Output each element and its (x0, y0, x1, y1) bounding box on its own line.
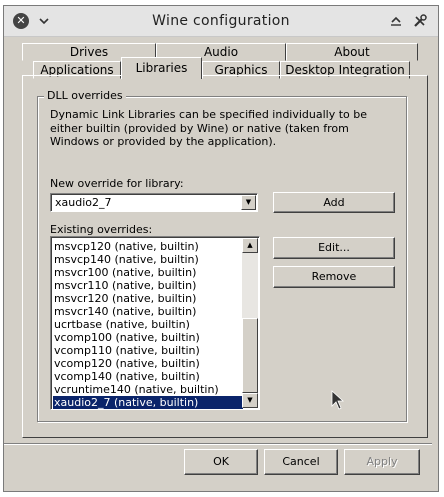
dropdown-arrow-icon[interactable]: ▼ (241, 195, 256, 210)
new-override-label: New override for library: (50, 177, 184, 190)
list-item[interactable]: vcomp100 (native, builtin) (53, 331, 243, 344)
new-override-combobox[interactable]: xaudio2_7 ▼ (50, 193, 258, 212)
apply-button[interactable]: Apply (344, 449, 420, 475)
list-item[interactable]: msvcr110 (native, builtin) (53, 279, 243, 292)
remove-button[interactable]: Remove (273, 266, 395, 288)
maximize-icon (391, 16, 401, 26)
dll-description: Dynamic Link Libraries can be specified … (50, 108, 368, 148)
list-item[interactable]: vcruntime140 (native, builtin) (53, 383, 243, 396)
overrides-scrollbar[interactable]: ▲ ▼ (242, 238, 258, 408)
edit-button-label: Edit... (318, 241, 350, 254)
list-item[interactable]: vcomp110 (native, builtin) (53, 344, 243, 357)
group-title: DLL overrides (44, 89, 126, 102)
tab-label: About (334, 45, 370, 59)
scrollbar-thumb[interactable] (242, 318, 258, 393)
remove-button-label: Remove (311, 270, 357, 283)
list-item[interactable]: ucrtbase (native, builtin) (53, 318, 243, 331)
list-item[interactable]: msvcr120 (native, builtin) (53, 292, 243, 305)
overrides-items: msvcp120 (native, builtin) msvcp140 (nat… (53, 240, 243, 409)
apply-button-label: Apply (366, 455, 398, 468)
ok-button-label: OK (213, 455, 229, 468)
new-override-value: xaudio2_7 (55, 196, 112, 209)
list-item[interactable]: msvcp140 (native, builtin) (53, 253, 243, 266)
list-item[interactable]: msvcr100 (native, builtin) (53, 266, 243, 279)
bottom-separator (4, 443, 432, 445)
tab-label: Libraries (135, 61, 188, 75)
tab-label: Drives (69, 45, 109, 59)
list-item[interactable]: msvcr140 (native, builtin) (53, 305, 243, 318)
tab-label: Audio (203, 45, 239, 59)
existing-overrides-label: Existing overrides: (50, 223, 153, 236)
mouse-pointer-icon (331, 390, 345, 410)
list-item[interactable]: vcomp120 (native, builtin) (53, 357, 243, 370)
tab-about[interactable]: About (286, 43, 418, 61)
tools-button[interactable] (410, 11, 430, 31)
scroll-down-icon[interactable]: ▼ (242, 393, 258, 408)
title-bar[interactable]: ✕ Wine configuration (4, 6, 438, 37)
cancel-button[interactable]: Cancel (264, 449, 338, 475)
tab-libraries[interactable]: Libraries (121, 57, 202, 79)
edit-button[interactable]: Edit... (273, 237, 395, 259)
scroll-up-icon[interactable]: ▲ (242, 238, 258, 253)
add-button[interactable]: Add (273, 192, 395, 213)
cancel-button-label: Cancel (282, 455, 320, 468)
existing-overrides-list[interactable]: msvcp120 (native, builtin) msvcp140 (nat… (50, 236, 260, 410)
window-title: Wine configuration (152, 13, 290, 29)
list-item[interactable]: msvcp120 (native, builtin) (53, 240, 243, 253)
tools-icon (414, 14, 427, 27)
list-item[interactable]: vcomp140 (native, builtin) (53, 370, 243, 383)
maximize-button[interactable] (386, 11, 406, 31)
add-button-label: Add (323, 196, 345, 209)
ok-button[interactable]: OK (184, 449, 258, 475)
list-item-selected[interactable]: xaudio2_7 (native, builtin) (53, 396, 243, 409)
